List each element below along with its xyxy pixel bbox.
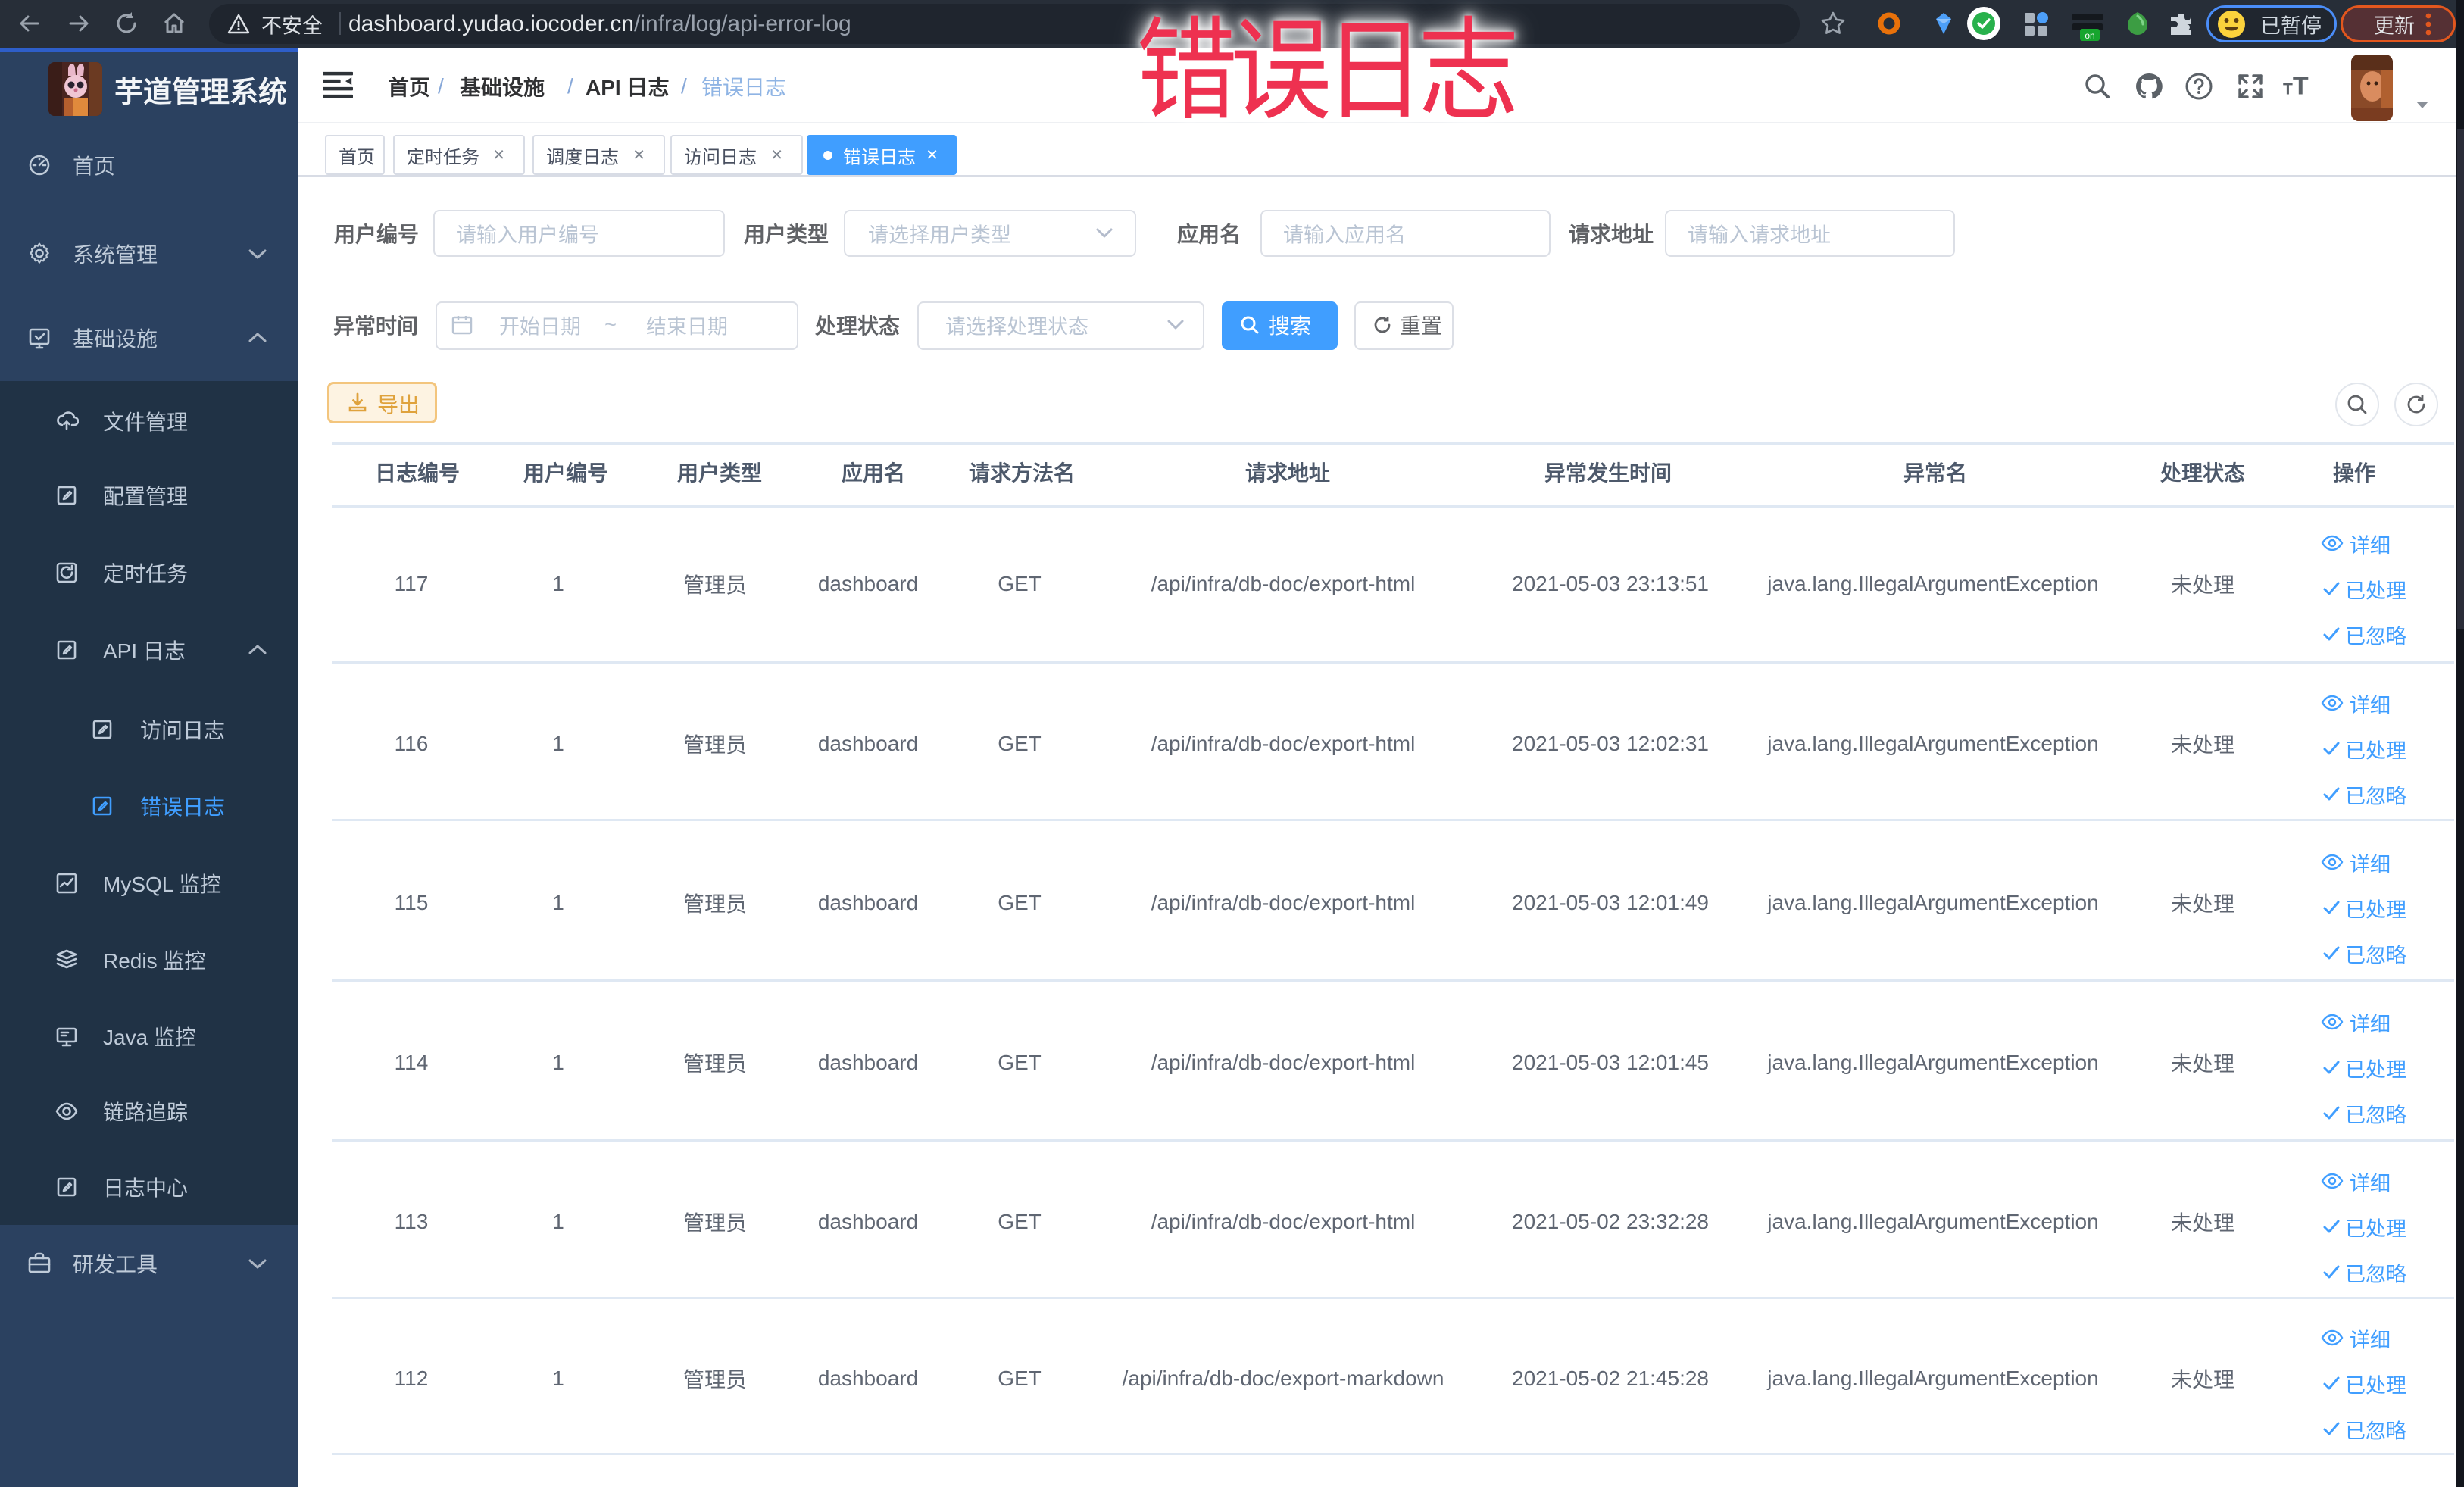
svg-text:on: on: [2085, 30, 2094, 41]
